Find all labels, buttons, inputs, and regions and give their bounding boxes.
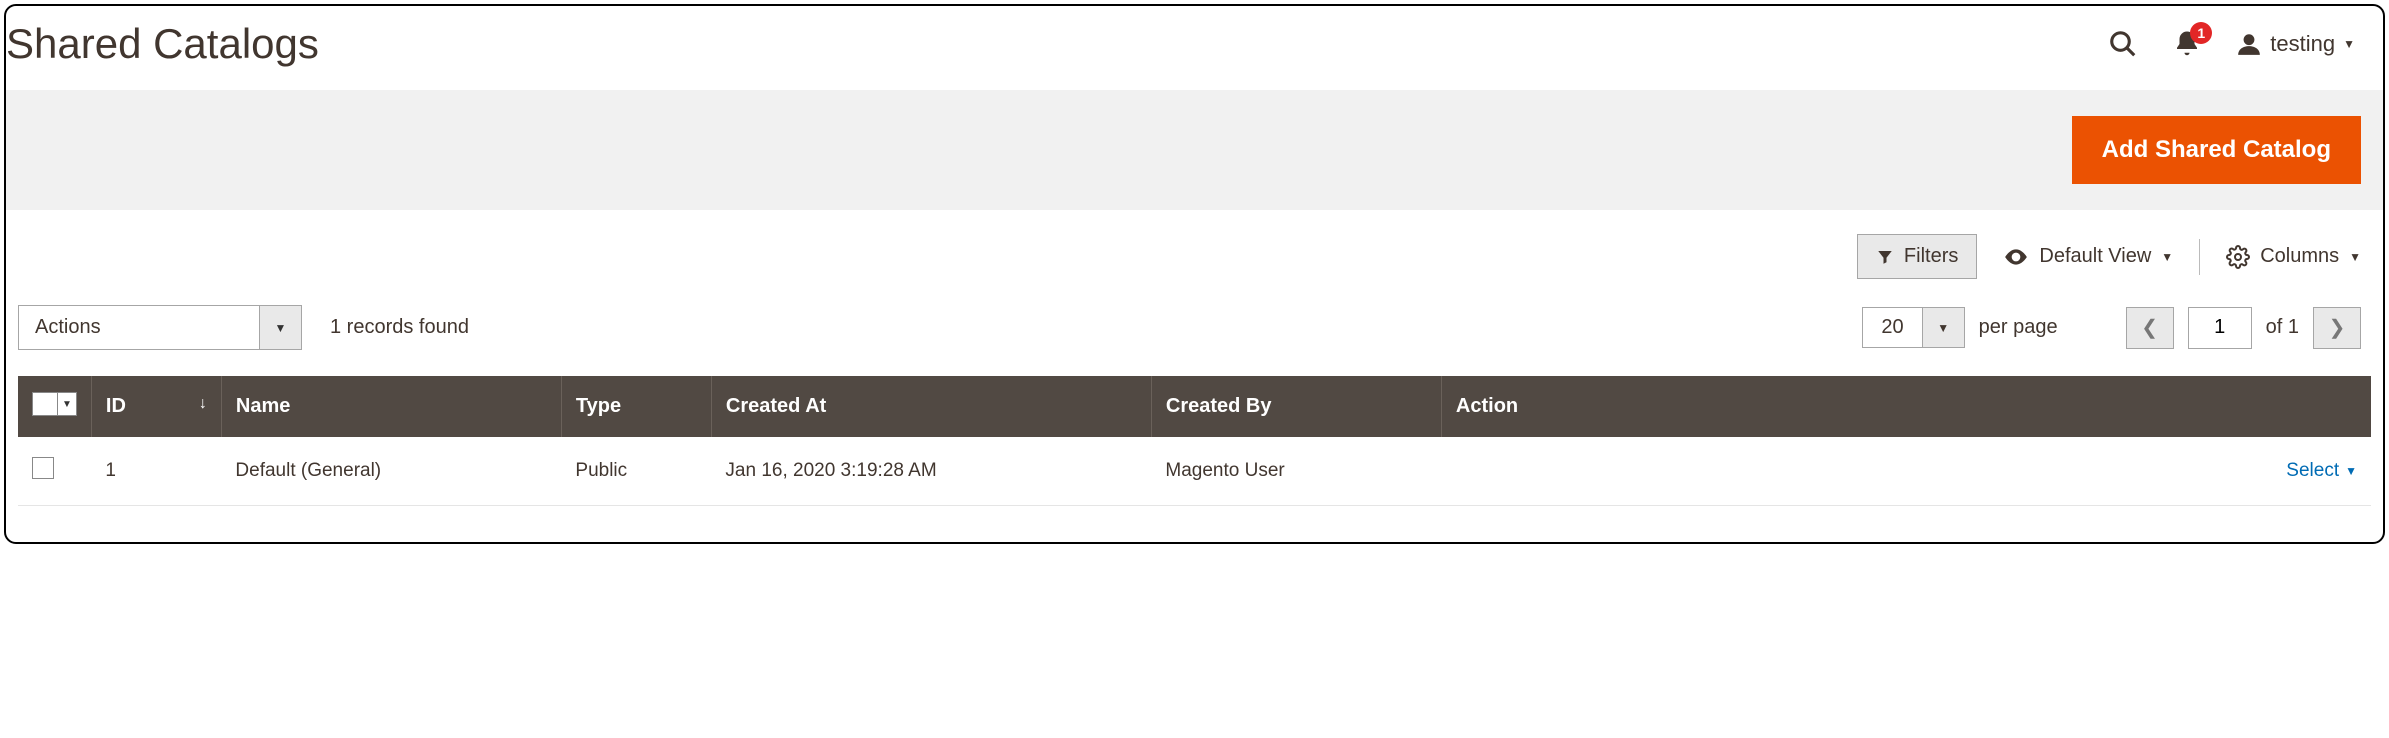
- select-action-button[interactable]: Select ▼: [2286, 460, 2357, 482]
- page-input[interactable]: [2188, 307, 2252, 349]
- per-page-label: per page: [1979, 316, 2058, 339]
- column-checkbox[interactable]: ▼: [18, 376, 91, 437]
- per-page-value: 20: [1863, 308, 1921, 347]
- columns-button[interactable]: Columns ▼: [2226, 245, 2361, 269]
- records-found: 1 records found: [330, 316, 469, 339]
- cell-created-by: Magento User: [1151, 437, 1441, 506]
- default-view-label: Default View: [2039, 245, 2151, 268]
- add-shared-catalog-button[interactable]: Add Shared Catalog: [2072, 116, 2361, 184]
- cell-type: Public: [561, 437, 711, 506]
- cell-created-at: Jan 16, 2020 3:19:28 AM: [711, 437, 1151, 506]
- page-title: Shared Catalogs: [6, 20, 319, 68]
- user-name: testing: [2270, 31, 2335, 57]
- eye-icon: [2003, 244, 2029, 270]
- of-pages-label: of 1: [2266, 316, 2299, 339]
- table-header-row: ▼ ID ↓ Name Type Created At Created By A…: [18, 376, 2371, 437]
- separator: [2199, 239, 2200, 275]
- per-page-dropdown[interactable]: 20 ▼: [1862, 307, 1964, 348]
- column-id[interactable]: ID ↓: [91, 376, 221, 437]
- chevron-left-icon: ❮: [2141, 315, 2158, 340]
- actions-label: Actions: [19, 306, 259, 349]
- column-created-by[interactable]: Created By: [1151, 376, 1441, 437]
- chevron-down-icon[interactable]: ▼: [57, 393, 76, 415]
- filters-button[interactable]: Filters: [1857, 234, 1977, 279]
- cell-id: 1: [91, 437, 221, 506]
- next-page-button[interactable]: ❯: [2313, 307, 2361, 349]
- notification-badge: 1: [2190, 22, 2212, 44]
- search-icon[interactable]: [2108, 29, 2138, 59]
- select-all-checkbox[interactable]: [33, 393, 55, 415]
- user-menu[interactable]: testing ▼: [2236, 31, 2355, 57]
- prev-page-button[interactable]: ❮: [2126, 307, 2174, 349]
- shared-catalogs-table: ▼ ID ↓ Name Type Created At Created By A…: [18, 376, 2371, 506]
- chevron-down-icon: ▼: [1922, 308, 1964, 347]
- column-type[interactable]: Type: [561, 376, 711, 437]
- column-name[interactable]: Name: [221, 376, 561, 437]
- chevron-down-icon: ▼: [2343, 37, 2355, 51]
- chevron-down-icon: ▼: [2161, 250, 2173, 264]
- funnel-icon: [1876, 248, 1894, 266]
- actions-dropdown[interactable]: Actions ▼: [18, 305, 302, 350]
- table-row[interactable]: 1 Default (General) Public Jan 16, 2020 …: [18, 437, 2371, 506]
- chevron-down-icon: ▼: [259, 306, 301, 349]
- chevron-down-icon: ▼: [2345, 464, 2357, 478]
- column-created-at[interactable]: Created At: [711, 376, 1151, 437]
- row-checkbox[interactable]: [32, 457, 54, 479]
- notifications-icon[interactable]: 1: [2172, 29, 2202, 59]
- chevron-down-icon: ▼: [2349, 250, 2361, 264]
- filters-label: Filters: [1904, 245, 1958, 268]
- user-icon: [2236, 31, 2262, 57]
- default-view-button[interactable]: Default View ▼: [2003, 244, 2173, 270]
- column-action: Action: [1441, 376, 2371, 437]
- cell-name: Default (General): [221, 437, 561, 506]
- sort-down-icon: ↓: [199, 395, 207, 413]
- columns-label: Columns: [2260, 245, 2339, 268]
- gear-icon: [2226, 245, 2250, 269]
- chevron-right-icon: ❯: [2329, 315, 2346, 340]
